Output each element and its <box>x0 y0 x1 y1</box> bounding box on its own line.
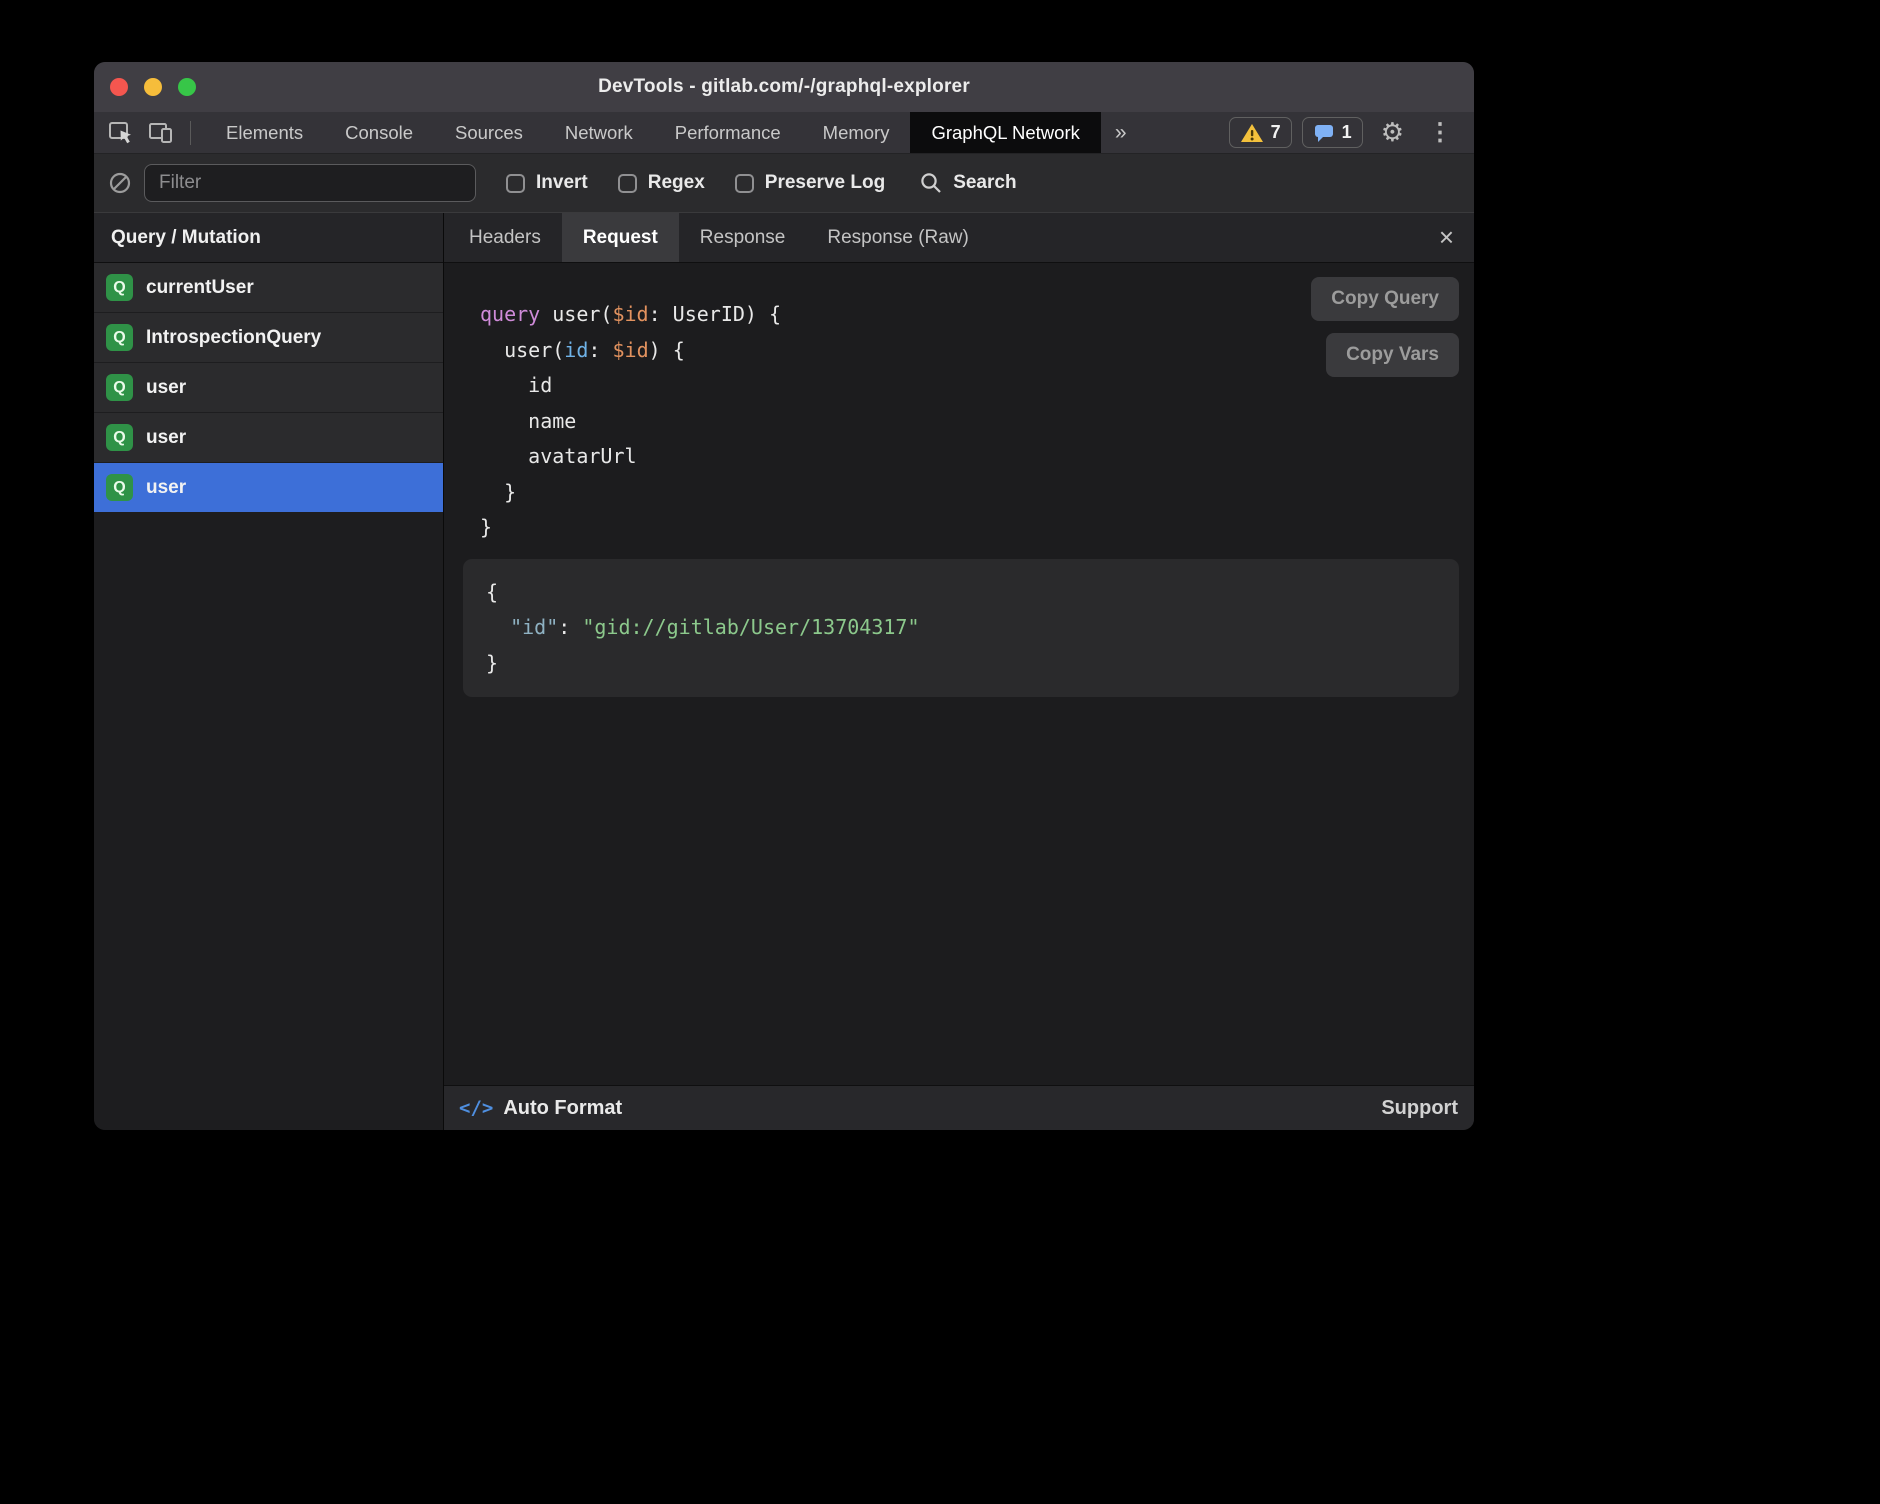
tab-network[interactable]: Network <box>544 112 654 153</box>
code-token: ) { <box>649 338 685 362</box>
tab-sources[interactable]: Sources <box>434 112 544 153</box>
preserve-log-checkbox[interactable]: Preserve Log <box>735 172 885 194</box>
warning-triangle-icon <box>1240 123 1264 143</box>
code-line: name <box>480 404 1459 440</box>
regex-checkbox[interactable]: Regex <box>618 172 705 194</box>
query-type-badge: Q <box>106 474 133 501</box>
minimize-window-button[interactable] <box>144 78 162 96</box>
sidebar-header: Query / Mutation <box>94 213 443 263</box>
code-token: id <box>564 338 588 362</box>
warnings-badge[interactable]: 7 <box>1229 117 1292 148</box>
code-token: user( <box>540 302 612 326</box>
query-list-sidebar: Query / Mutation Q currentUser Q Introsp… <box>94 213 444 1130</box>
clear-icon[interactable] <box>108 171 132 195</box>
query-name: currentUser <box>146 277 254 299</box>
query-name: user <box>146 477 186 499</box>
vars-line: { <box>486 575 1436 611</box>
tab-bar-right-controls: 7 1 ⚙ ⋮ <box>1229 112 1474 153</box>
devtools-window: DevTools - gitlab.com/-/graphql-explorer… <box>94 62 1474 1130</box>
message-count: 1 <box>1342 122 1352 143</box>
detail-panel: Headers Request Response Response (Raw) … <box>444 213 1474 1130</box>
code-token: $id <box>612 302 648 326</box>
query-type-badge: Q <box>106 374 133 401</box>
divider <box>190 121 191 145</box>
devtools-tab-bar: Elements Console Sources Network Perform… <box>94 112 1474 154</box>
query-name: user <box>146 427 186 449</box>
list-item-currentuser[interactable]: Q currentUser <box>94 263 443 313</box>
query-variables-panel: { "id": "gid://gitlab/User/13704317" } <box>463 559 1459 698</box>
tab-memory[interactable]: Memory <box>802 112 911 153</box>
json-key: "id" <box>486 615 558 639</box>
tab-console[interactable]: Console <box>324 112 434 153</box>
query-type-badge: Q <box>106 274 133 301</box>
query-name: user <box>146 377 186 399</box>
query-type-badge: Q <box>106 324 133 351</box>
query-type-badge: Q <box>106 424 133 451</box>
search-label: Search <box>953 172 1016 194</box>
json-value: "gid://gitlab/User/13704317" <box>582 615 919 639</box>
code-token: : <box>588 338 612 362</box>
vars-line: "id": "gid://gitlab/User/13704317" <box>486 610 1436 646</box>
json-separator: : <box>558 615 582 639</box>
zoom-window-button[interactable] <box>178 78 196 96</box>
toolbar-icons <box>94 112 205 153</box>
request-content: Copy Query Copy Vars query user($id: Use… <box>444 263 1474 1085</box>
window-controls <box>110 62 196 112</box>
device-toolbar-icon[interactable] <box>148 121 174 145</box>
support-link[interactable]: Support <box>1381 1097 1458 1120</box>
list-item-user-1[interactable]: Q user <box>94 363 443 413</box>
warning-count: 7 <box>1271 122 1281 143</box>
checkbox-box <box>618 174 637 193</box>
tab-elements[interactable]: Elements <box>205 112 324 153</box>
kebab-menu-icon[interactable]: ⋮ <box>1422 118 1458 147</box>
code-token: query <box>480 302 540 326</box>
copy-vars-button[interactable]: Copy Vars <box>1326 333 1459 377</box>
filter-toolbar: Invert Regex Preserve Log Search <box>94 154 1474 213</box>
tab-response-raw[interactable]: Response (Raw) <box>806 213 990 262</box>
copy-buttons: Copy Query Copy Vars <box>1311 277 1459 377</box>
inspect-element-icon[interactable] <box>108 121 134 145</box>
code-line: avatarUrl <box>480 439 1459 475</box>
status-footer: </> Auto Format Support <box>444 1085 1474 1130</box>
filter-input[interactable] <box>144 164 476 202</box>
vars-line: } <box>486 646 1436 682</box>
checkbox-box <box>506 174 525 193</box>
code-token: user( <box>480 338 564 362</box>
main-split: Query / Mutation Q currentUser Q Introsp… <box>94 213 1474 1130</box>
search-control[interactable]: Search <box>919 171 1016 195</box>
code-line: } <box>480 475 1459 511</box>
search-icon <box>919 171 943 195</box>
tab-performance[interactable]: Performance <box>654 112 802 153</box>
tab-response[interactable]: Response <box>679 213 807 262</box>
messages-badge[interactable]: 1 <box>1302 117 1363 148</box>
window-title: DevTools - gitlab.com/-/graphql-explorer <box>598 76 970 98</box>
checkbox-label: Invert <box>536 172 588 194</box>
list-item-introspectionquery[interactable]: Q IntrospectionQuery <box>94 313 443 363</box>
checkbox-label: Preserve Log <box>765 172 885 194</box>
tab-request[interactable]: Request <box>562 213 679 262</box>
list-item-user-3-selected[interactable]: Q user <box>94 463 443 513</box>
settings-gear-icon[interactable]: ⚙ <box>1373 117 1412 148</box>
code-token: $id <box>612 338 648 362</box>
list-item-user-2[interactable]: Q user <box>94 413 443 463</box>
close-window-button[interactable] <box>110 78 128 96</box>
code-line: } <box>480 510 1459 546</box>
close-icon[interactable]: × <box>1419 213 1474 262</box>
auto-format-label: Auto Format <box>503 1097 622 1120</box>
copy-query-button[interactable]: Copy Query <box>1311 277 1459 321</box>
chat-bubble-icon <box>1313 123 1335 143</box>
tab-graphql-network[interactable]: GraphQL Network <box>910 112 1100 153</box>
checkbox-box <box>735 174 754 193</box>
title-bar: DevTools - gitlab.com/-/graphql-explorer <box>94 62 1474 112</box>
auto-format-control[interactable]: </> Auto Format <box>459 1097 622 1120</box>
query-name: IntrospectionQuery <box>146 327 321 349</box>
detail-tab-bar: Headers Request Response Response (Raw) … <box>444 213 1474 263</box>
code-brackets-icon: </> <box>459 1097 493 1119</box>
tab-headers[interactable]: Headers <box>448 213 562 262</box>
more-tabs-chevron-icon[interactable]: » <box>1101 112 1141 153</box>
invert-checkbox[interactable]: Invert <box>506 172 588 194</box>
code-token: : UserID) { <box>649 302 781 326</box>
checkbox-label: Regex <box>648 172 705 194</box>
